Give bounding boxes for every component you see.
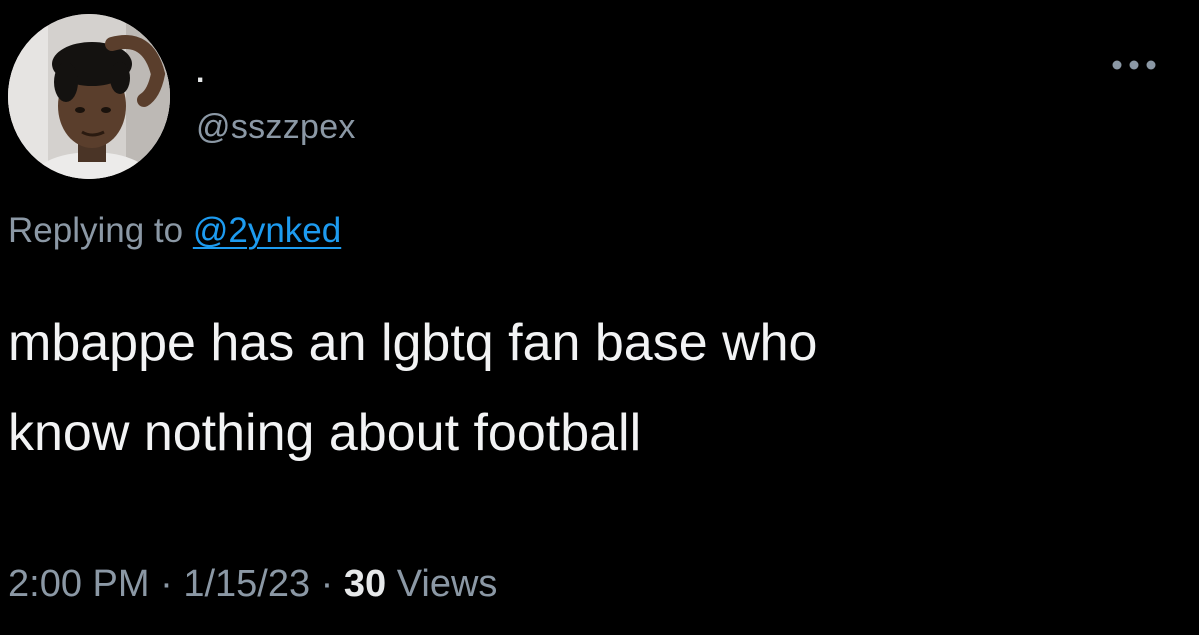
display-name[interactable]: . [196,58,204,88]
profile-photo-icon [8,14,170,179]
reply-mention-link[interactable]: @2ynked [193,211,341,250]
tweet-metadata: 2:00 PM · 1/15/23 · 30 Views [8,565,497,603]
meta-separator: · [149,563,184,605]
views-label: Views [386,563,498,605]
replying-to-label: Replying to [8,211,193,250]
meta-separator: · [310,563,344,605]
user-handle[interactable]: @sszzpex [196,110,356,144]
avatar[interactable] [8,14,170,179]
replying-to-line: Replying to @2ynked [8,210,341,252]
tweet-time[interactable]: 2:00 PM [8,563,150,605]
tweet-card: . @sszzpex Replying to @2ynked mbappe ha… [0,0,1199,635]
tweet-text: mbappe has an lgbtq fan base who know no… [8,314,818,462]
more-horizontal-icon [1112,60,1156,70]
tweet-date[interactable]: 1/15/23 [183,563,310,605]
more-options-button[interactable] [1106,50,1162,80]
views-count[interactable]: 30 [344,563,386,605]
